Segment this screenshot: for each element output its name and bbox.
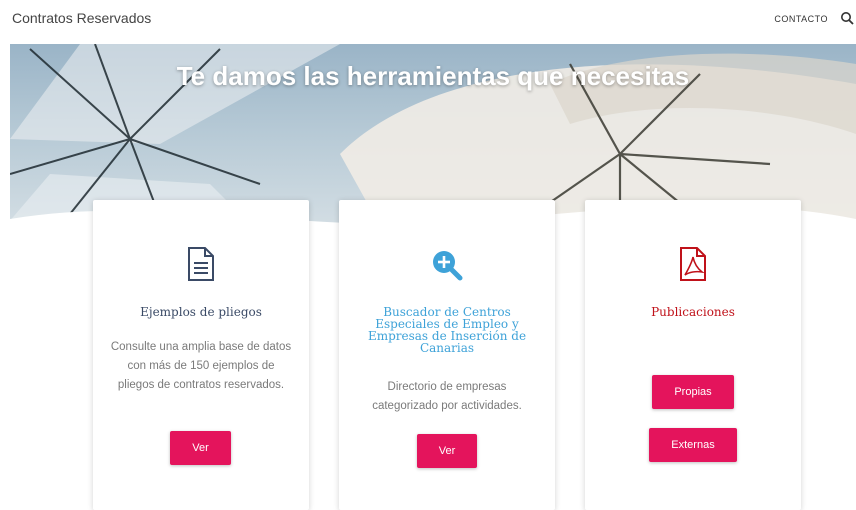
externas-button[interactable]: Externas	[649, 428, 737, 462]
document-icon	[93, 246, 309, 282]
card-publicaciones: Publicaciones Propias Externas	[585, 200, 801, 510]
card-description: Directorio de empresas categorizado por …	[372, 381, 522, 412]
nav-contact-link[interactable]: CONTACTO	[774, 14, 828, 24]
pdf-icon	[585, 246, 801, 282]
hero-title: Te damos las herramientas que necesitas	[176, 61, 690, 91]
card-buscador-centros: Buscador de Centros Especiales de Empleo…	[339, 200, 555, 510]
card-ejemplos-pliegos: Ejemplos de pliegos Consulte una amplia …	[93, 200, 309, 510]
card-title[interactable]: Buscador de Centros Especiales de Empleo…	[359, 306, 535, 354]
propias-button[interactable]: Propias	[652, 375, 734, 409]
site-brand[interactable]: Contratos Reservados	[12, 10, 151, 26]
zoom-in-icon	[339, 246, 555, 282]
card-title: Ejemplos de pliegos	[140, 305, 262, 319]
ver-pliegos-button[interactable]: Ver	[170, 431, 231, 465]
search-icon[interactable]	[840, 11, 854, 25]
card-title: Publicaciones	[651, 305, 735, 319]
card-description: Consulte una amplia base de datos con má…	[110, 341, 292, 391]
top-navbar: Contratos Reservados CONTACTO	[0, 0, 856, 44]
ver-buscador-button[interactable]: Ver	[417, 434, 477, 468]
